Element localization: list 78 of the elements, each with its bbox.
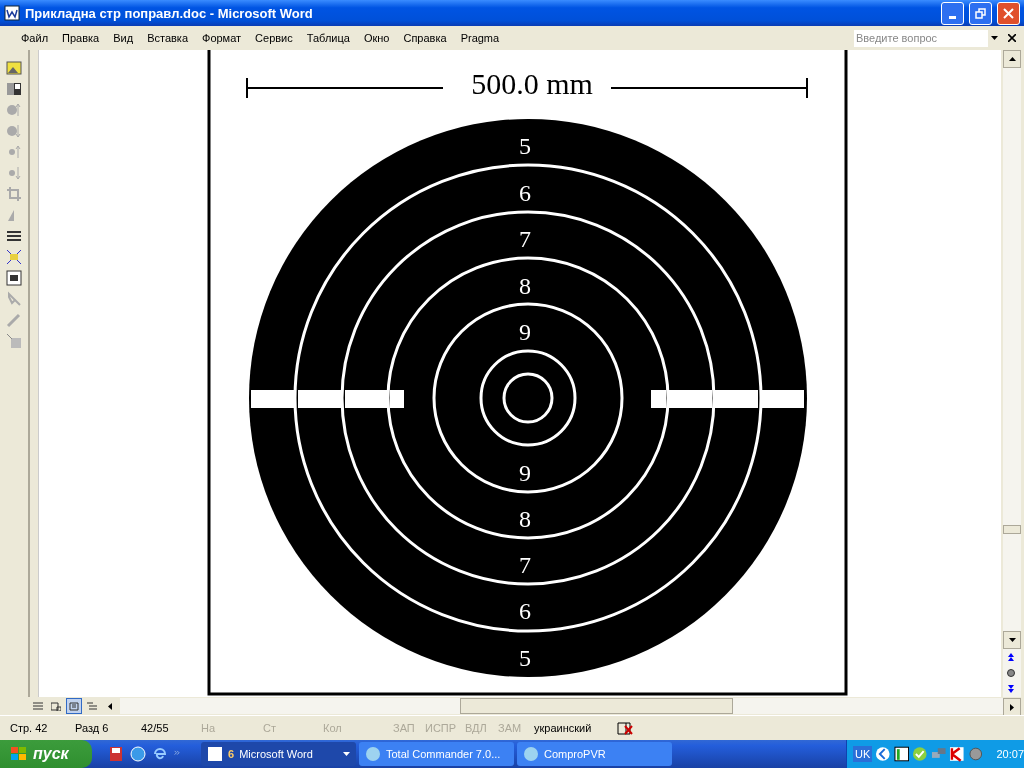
menu-item[interactable]: Вставка bbox=[140, 32, 195, 44]
line-style-icon[interactable] bbox=[6, 228, 22, 244]
ring-number: 9 bbox=[519, 460, 531, 486]
close-button[interactable] bbox=[997, 1, 1020, 25]
close-icon[interactable] bbox=[1008, 34, 1016, 42]
status-text: На bbox=[201, 722, 217, 734]
ring-number: 9 bbox=[519, 319, 531, 345]
outline-view-icon bbox=[87, 701, 97, 711]
taskbar-button[interactable]: 6 Microsoft Word bbox=[201, 742, 356, 766]
scroll-down-button[interactable] bbox=[1003, 631, 1021, 649]
minimize-icon bbox=[949, 15, 956, 19]
caret-icon bbox=[343, 752, 350, 756]
browser-icon[interactable] bbox=[152, 746, 168, 762]
spelling-icon bbox=[614, 720, 634, 736]
color-icon[interactable] bbox=[6, 81, 22, 97]
help-search-field[interactable]: Введите вопрос bbox=[854, 29, 988, 47]
scroll-thumb[interactable] bbox=[1003, 525, 1021, 534]
arrow-left-icon bbox=[108, 702, 112, 710]
antivirus-icon[interactable] bbox=[949, 746, 965, 762]
ring-number: 5 bbox=[519, 133, 531, 159]
menu-item[interactable]: Правка bbox=[55, 32, 107, 44]
ring-number: 8 bbox=[519, 273, 531, 299]
ring-number: 7 bbox=[519, 552, 531, 578]
scroll-thumb[interactable] bbox=[460, 698, 733, 714]
picture-icon[interactable] bbox=[6, 60, 22, 76]
menu-item[interactable]: Сервис bbox=[248, 32, 300, 44]
app-icon bbox=[4, 5, 20, 21]
scroll-up-button[interactable] bbox=[1003, 50, 1021, 68]
status-text: украинский bbox=[534, 722, 593, 734]
restore-button[interactable] bbox=[969, 1, 992, 25]
ring-number: 6 bbox=[519, 598, 531, 624]
clock: 20:07 bbox=[996, 748, 1024, 760]
status-text: Ст bbox=[263, 722, 277, 734]
arrow-down-icon bbox=[1008, 638, 1016, 642]
menu-item[interactable]: Вид bbox=[106, 32, 141, 44]
menu-item[interactable]: Файл bbox=[14, 32, 56, 44]
restore-icon bbox=[975, 7, 986, 19]
arrow-up-icon bbox=[1008, 57, 1016, 61]
check-icon[interactable] bbox=[912, 746, 928, 762]
ring-number: 6 bbox=[519, 180, 531, 206]
taskbar-button[interactable]: Total Commander 7.0... bbox=[359, 742, 514, 766]
caret-icon bbox=[990, 36, 998, 40]
menu-item[interactable]: Таблица bbox=[299, 32, 357, 44]
menu-item[interactable]: Окно bbox=[356, 32, 397, 44]
arrow-right-icon bbox=[1010, 703, 1014, 711]
status-text: Стр. 42 bbox=[10, 722, 49, 734]
menu-item[interactable]: Справка bbox=[396, 32, 454, 44]
language-indicator[interactable]: UK bbox=[853, 746, 873, 762]
window-title: Прикладна стр поправл.doc - Microsoft Word bbox=[25, 5, 314, 21]
globe-icon[interactable] bbox=[130, 746, 146, 762]
status-text: ЗАП bbox=[393, 722, 416, 734]
status-text: ЗАМ bbox=[498, 722, 523, 734]
ring-number: 8 bbox=[519, 506, 531, 532]
ring-number: 7 bbox=[519, 226, 531, 252]
app-icon bbox=[523, 746, 539, 762]
status-text: ИСПР bbox=[425, 722, 458, 734]
status-text: ВДЛ bbox=[465, 722, 488, 734]
start-button[interactable]: пуск bbox=[0, 740, 92, 768]
scroll-right-button[interactable] bbox=[1003, 698, 1021, 716]
status-text: Разд 6 bbox=[75, 722, 110, 734]
flag-icon[interactable] bbox=[893, 746, 910, 762]
status-text: 42/55 bbox=[141, 722, 170, 734]
app-icon bbox=[365, 746, 381, 762]
windows-logo-icon bbox=[10, 746, 28, 762]
view-button[interactable] bbox=[66, 698, 82, 714]
status-text: Кол bbox=[323, 722, 343, 734]
close-icon bbox=[1003, 7, 1014, 19]
web-layout-icon bbox=[51, 701, 61, 711]
minimize-button[interactable] bbox=[941, 1, 964, 25]
normal-view-icon bbox=[33, 701, 43, 711]
word-icon bbox=[207, 746, 223, 762]
text-wrap-icon[interactable] bbox=[6, 270, 22, 286]
print-layout-icon bbox=[69, 701, 79, 711]
menu-item[interactable]: Pragma bbox=[453, 32, 507, 44]
menu-item[interactable]: Формат bbox=[195, 32, 249, 44]
ring-number: 5 bbox=[519, 645, 531, 671]
scale-label: 500.0 mm bbox=[471, 67, 593, 100]
taskbar-button[interactable]: ComproPVR bbox=[517, 742, 672, 766]
